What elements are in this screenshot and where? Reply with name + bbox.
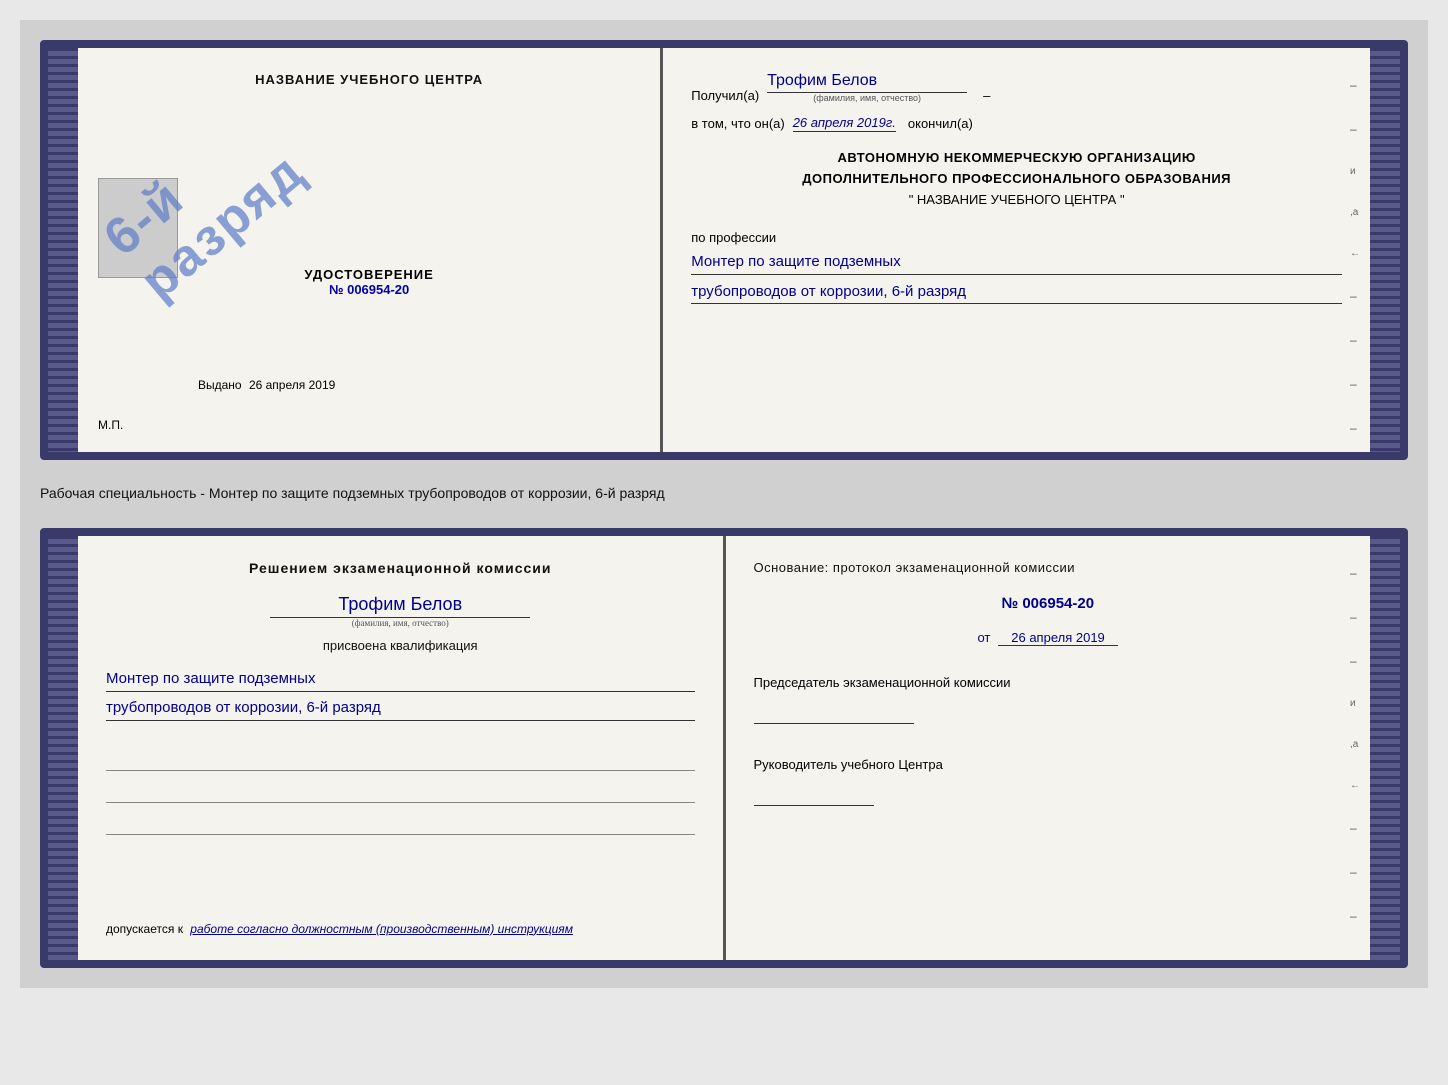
rukovoditel-block: Руководитель учебного Центра	[754, 756, 1343, 806]
bottom-right-edge-lines: – – – и ,а ← – – – – –	[1350, 566, 1360, 968]
top-right-page: – – и ,а ← – – – – Получил(а) Трофим Бел…	[663, 48, 1370, 452]
protocol-date: от 26 апреля 2019	[754, 630, 1343, 646]
bottom-certificate-book: Решением экзаменационной комиссии Трофим…	[40, 528, 1408, 968]
rukovoditel-signature-line	[754, 782, 874, 806]
bottom-name-hint: (фамилия, имя, отчество)	[106, 618, 695, 628]
qualification-line1: Монтер по защите подземных	[106, 667, 695, 692]
org-block: АВТОНОМНУЮ НЕКОММЕРЧЕСКУЮ ОРГАНИЗАЦИЮ ДО…	[691, 148, 1342, 210]
profession-line1: Монтер по защите подземных	[691, 251, 1342, 275]
dopuskaetsya-block: допускается к работе согласно должностны…	[106, 922, 695, 936]
org-line2: ДОПОЛНИТЕЛЬНОГО ПРОФЕССИОНАЛЬНОГО ОБРАЗО…	[691, 169, 1342, 190]
left-page-title: НАЗВАНИЕ УЧЕБНОГО ЦЕНТРА	[255, 72, 483, 87]
predsedatel-label: Председатель экзаменационной комиссии	[754, 675, 1011, 690]
udostoverenie-label: УДОСТОВЕРЕНИЕ	[304, 267, 433, 282]
okончил-date: 26 апреля 2019г.	[793, 115, 896, 132]
rukovoditel-label: Руководитель учебного Центра	[754, 757, 943, 772]
name-block-bottom: Трофим Белов (фамилия, имя, отчество)	[106, 594, 695, 628]
org-line1: АВТОНОМНУЮ НЕКОММЕРЧЕСКУЮ ОРГАНИЗАЦИЮ	[691, 148, 1342, 169]
bottom-left-page: Решением экзаменационной комиссии Трофим…	[78, 536, 726, 960]
right-edge-lines: – – и ,а ← – – – –	[1350, 78, 1360, 435]
poluchil-line: Получил(а) Трофим Белов (фамилия, имя, о…	[691, 72, 1342, 103]
udostoverenie-number: № 006954-20	[304, 282, 433, 297]
po-professii-label: по профессии	[691, 230, 776, 245]
qualification-line2: трубопроводов от коррозии, 6-й разряд	[106, 696, 695, 721]
protocol-date-value: 26 апреля 2019	[998, 630, 1118, 646]
poluchil-name: Трофим Белов	[767, 72, 967, 93]
stamp-diagonal-text: 6-й разряд	[94, 99, 316, 311]
protocol-number: № 006954-20	[754, 595, 1343, 612]
udostoverenie-block: УДОСТОВЕРЕНИЕ № 006954-20	[304, 227, 433, 297]
page-wrapper: НАЗВАНИЕ УЧЕБНОГО ЦЕНТРА 6-й разряд УДОС…	[20, 20, 1428, 988]
dopuskaetsya-label: допускается к	[106, 922, 183, 936]
dopuskaetsya-text: работе согласно должностным (производств…	[190, 922, 573, 936]
top-left-page: НАЗВАНИЕ УЧЕБНОГО ЦЕНТРА 6-й разряд УДОС…	[78, 48, 663, 452]
okончил-label: окончил(а)	[908, 116, 973, 131]
v-tom-label: в том, что он(а)	[691, 116, 784, 131]
left-spine-decoration	[48, 48, 78, 452]
bottom-left-spine	[48, 536, 78, 960]
profession-line2: трубопроводов от коррозии, 6-й разряд	[691, 281, 1342, 305]
specialty-text: Рабочая специальность - Монтер по защите…	[40, 476, 1408, 512]
vydano-label: Выдано	[198, 378, 242, 392]
predsedatel-signature-line	[754, 700, 914, 724]
date-prefix: от	[977, 630, 990, 645]
poluchil-label: Получил(а)	[691, 88, 759, 103]
prisvoena-label: присвоена квалификация	[106, 638, 695, 653]
blank-lines-block	[106, 747, 695, 835]
top-certificate-book: НАЗВАНИЕ УЧЕБНОГО ЦЕНТРА 6-й разряд УДОС…	[40, 40, 1408, 460]
bottom-right-page: – – – и ,а ← – – – – – Основание: проток…	[726, 536, 1371, 960]
right-spine-decoration	[1370, 48, 1400, 452]
qualification-block: Монтер по защите подземных трубопроводов…	[106, 663, 695, 721]
vydano-block: Выдано 26 апреля 2019	[198, 378, 335, 392]
org-line3: " НАЗВАНИЕ УЧЕБНОГО ЦЕНТРА "	[691, 190, 1342, 211]
vydano-date: 26 апреля 2019	[249, 378, 335, 392]
v-tom-line: в том, что он(а) 26 апреля 2019г. окончи…	[691, 115, 1342, 132]
poluchil-hint: (фамилия, имя, отчество)	[813, 93, 921, 103]
po-professii-block: по профессии Монтер по защите подземных …	[691, 230, 1342, 304]
resheniem-title: Решением экзаменационной комиссии	[106, 560, 695, 576]
osnovanie-label: Основание: протокол экзаменационной коми…	[754, 560, 1343, 575]
mp-label: М.П.	[98, 418, 123, 432]
poluchil-dash: –	[983, 88, 990, 103]
bottom-name: Трофим Белов	[270, 594, 530, 618]
bottom-right-spine	[1370, 536, 1400, 960]
predsedatel-block: Председатель экзаменационной комиссии	[754, 674, 1343, 724]
